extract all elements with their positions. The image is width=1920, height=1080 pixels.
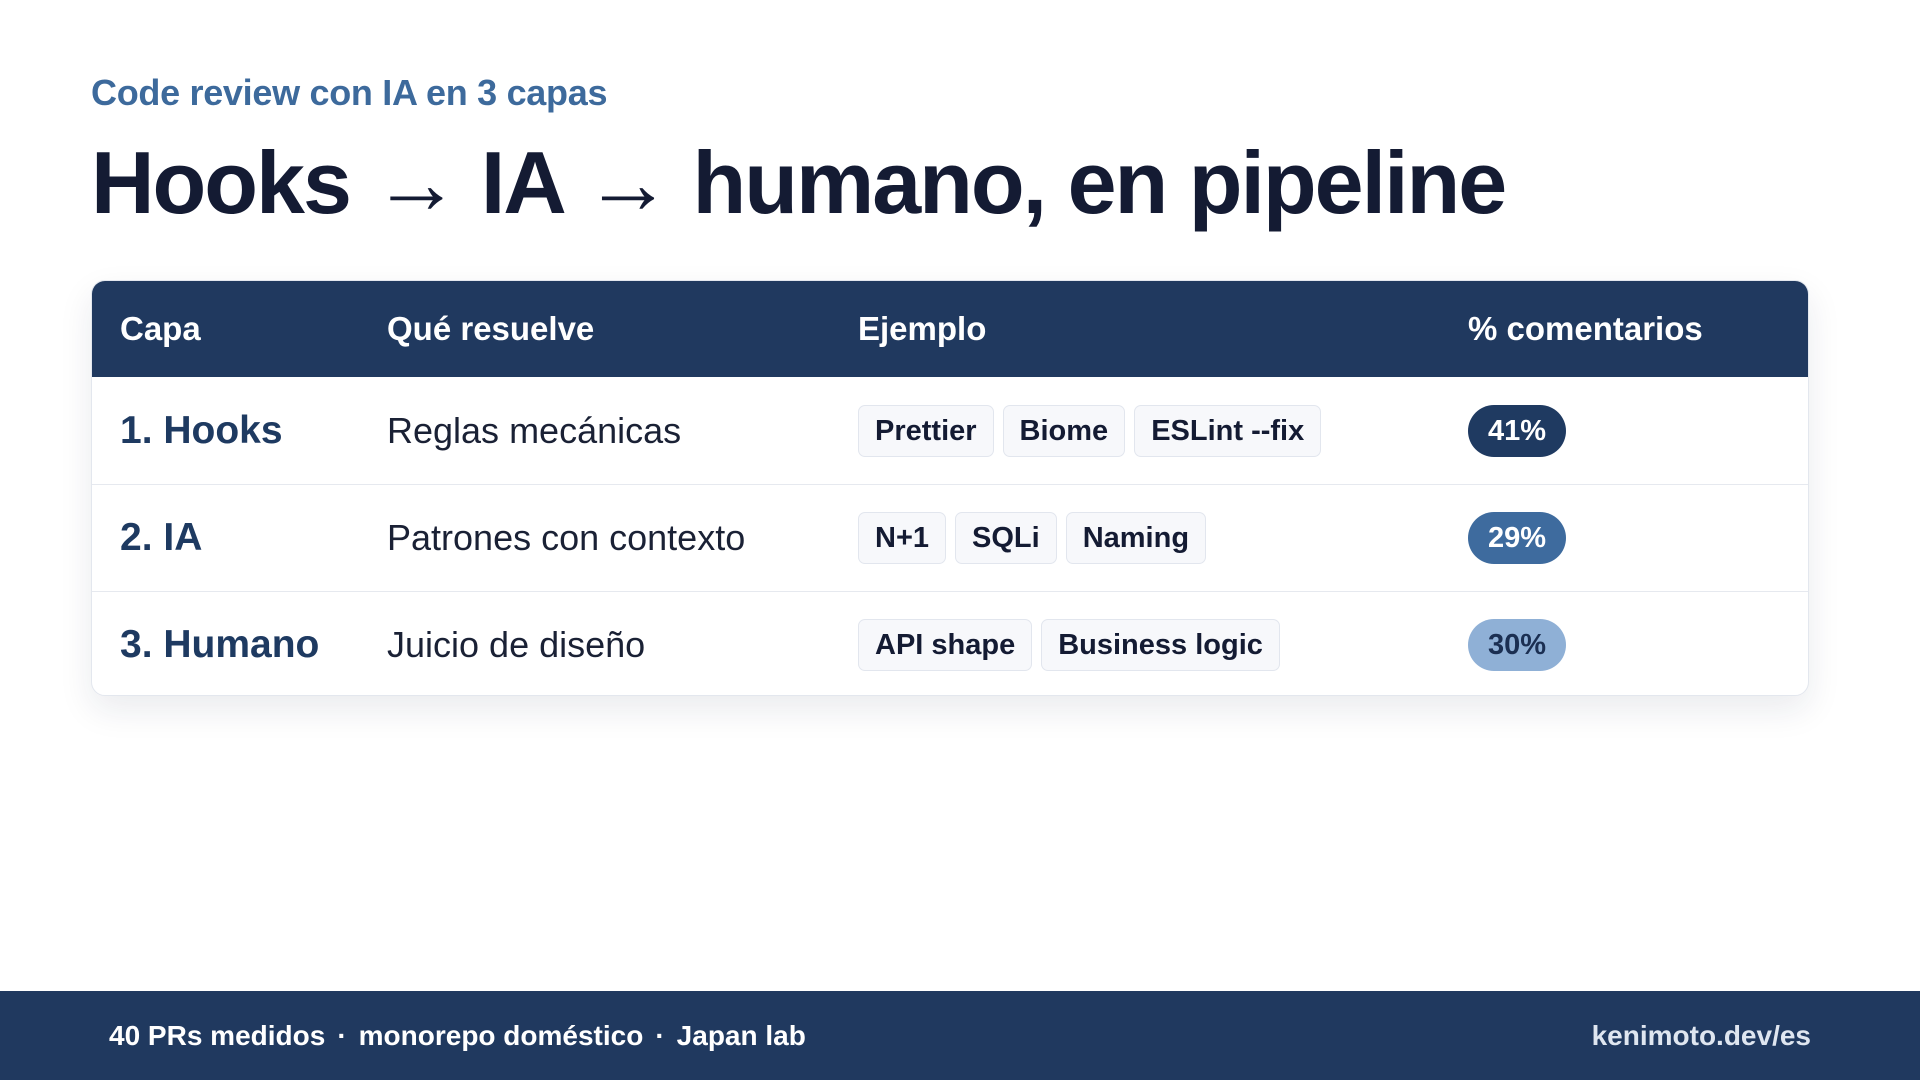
footer-item: Japan lab — [676, 1019, 806, 1051]
column-header-ejemplo: Ejemplo — [858, 310, 987, 347]
example-tag: Business logic — [1041, 619, 1280, 671]
footer-separator: · — [337, 1019, 347, 1051]
footer-item: monorepo doméstico — [358, 1019, 644, 1051]
layer-name: 2. IA — [120, 516, 203, 559]
example-tag: Prettier — [858, 404, 994, 457]
footer-item: 40 PRs medidos — [109, 1019, 326, 1051]
example-tags: API shape Business logic — [858, 619, 1468, 671]
footer-url: kenimoto.dev/es — [1591, 1019, 1811, 1051]
footer-separator: · — [655, 1019, 665, 1051]
table-header: Capa Qué resuelve Ejemplo % comentarios — [92, 281, 1808, 377]
table-row: 1. Hooks Reglas mecánicas Prettier Biome… — [92, 377, 1808, 484]
footer-bar: 40 PRs medidos · monorepo doméstico · Japan … — [0, 991, 1920, 1080]
column-header-porcentaje: % comentarios — [1468, 310, 1703, 347]
example-tag: API shape — [858, 619, 1033, 671]
percent-badge: 30% — [1468, 619, 1566, 671]
example-tag: Biome — [1002, 404, 1126, 457]
example-tag: SQLi — [955, 512, 1057, 564]
column-header-que-resuelve: Qué resuelve — [387, 310, 595, 347]
layer-description: Juicio de diseño — [387, 624, 646, 665]
column-header-capa: Capa — [120, 310, 201, 347]
slide-kicker: Code review con IA en 3 capas — [91, 72, 608, 113]
example-tag: N+1 — [858, 512, 947, 564]
layer-description: Reglas mecánicas — [387, 409, 682, 451]
table-row: 3. Humano Juicio de diseño API shape Bus… — [92, 591, 1808, 695]
example-tags: Prettier Biome ESLint --fix — [858, 404, 1468, 457]
layer-name: 3. Humano — [120, 623, 320, 666]
example-tag: ESLint --fix — [1134, 404, 1322, 457]
layers-table: Capa Qué resuelve Ejemplo % comentarios … — [91, 280, 1809, 696]
example-tag: Naming — [1065, 512, 1207, 564]
slide-title: Hooks → IA → humano, en pipeline — [91, 133, 1507, 232]
example-tags: N+1 SQLi Naming — [858, 512, 1468, 564]
percent-badge: 29% — [1468, 512, 1566, 564]
table-row: 2. IA Patrones con contexto N+1 SQLi Nam… — [92, 484, 1808, 591]
layer-description: Patrones con contexto — [387, 517, 746, 558]
footer-meta: 40 PRs medidos · monorepo doméstico · Japan … — [109, 1020, 806, 1052]
layer-name: 1. Hooks — [120, 408, 283, 452]
percent-badge: 41% — [1468, 404, 1566, 457]
